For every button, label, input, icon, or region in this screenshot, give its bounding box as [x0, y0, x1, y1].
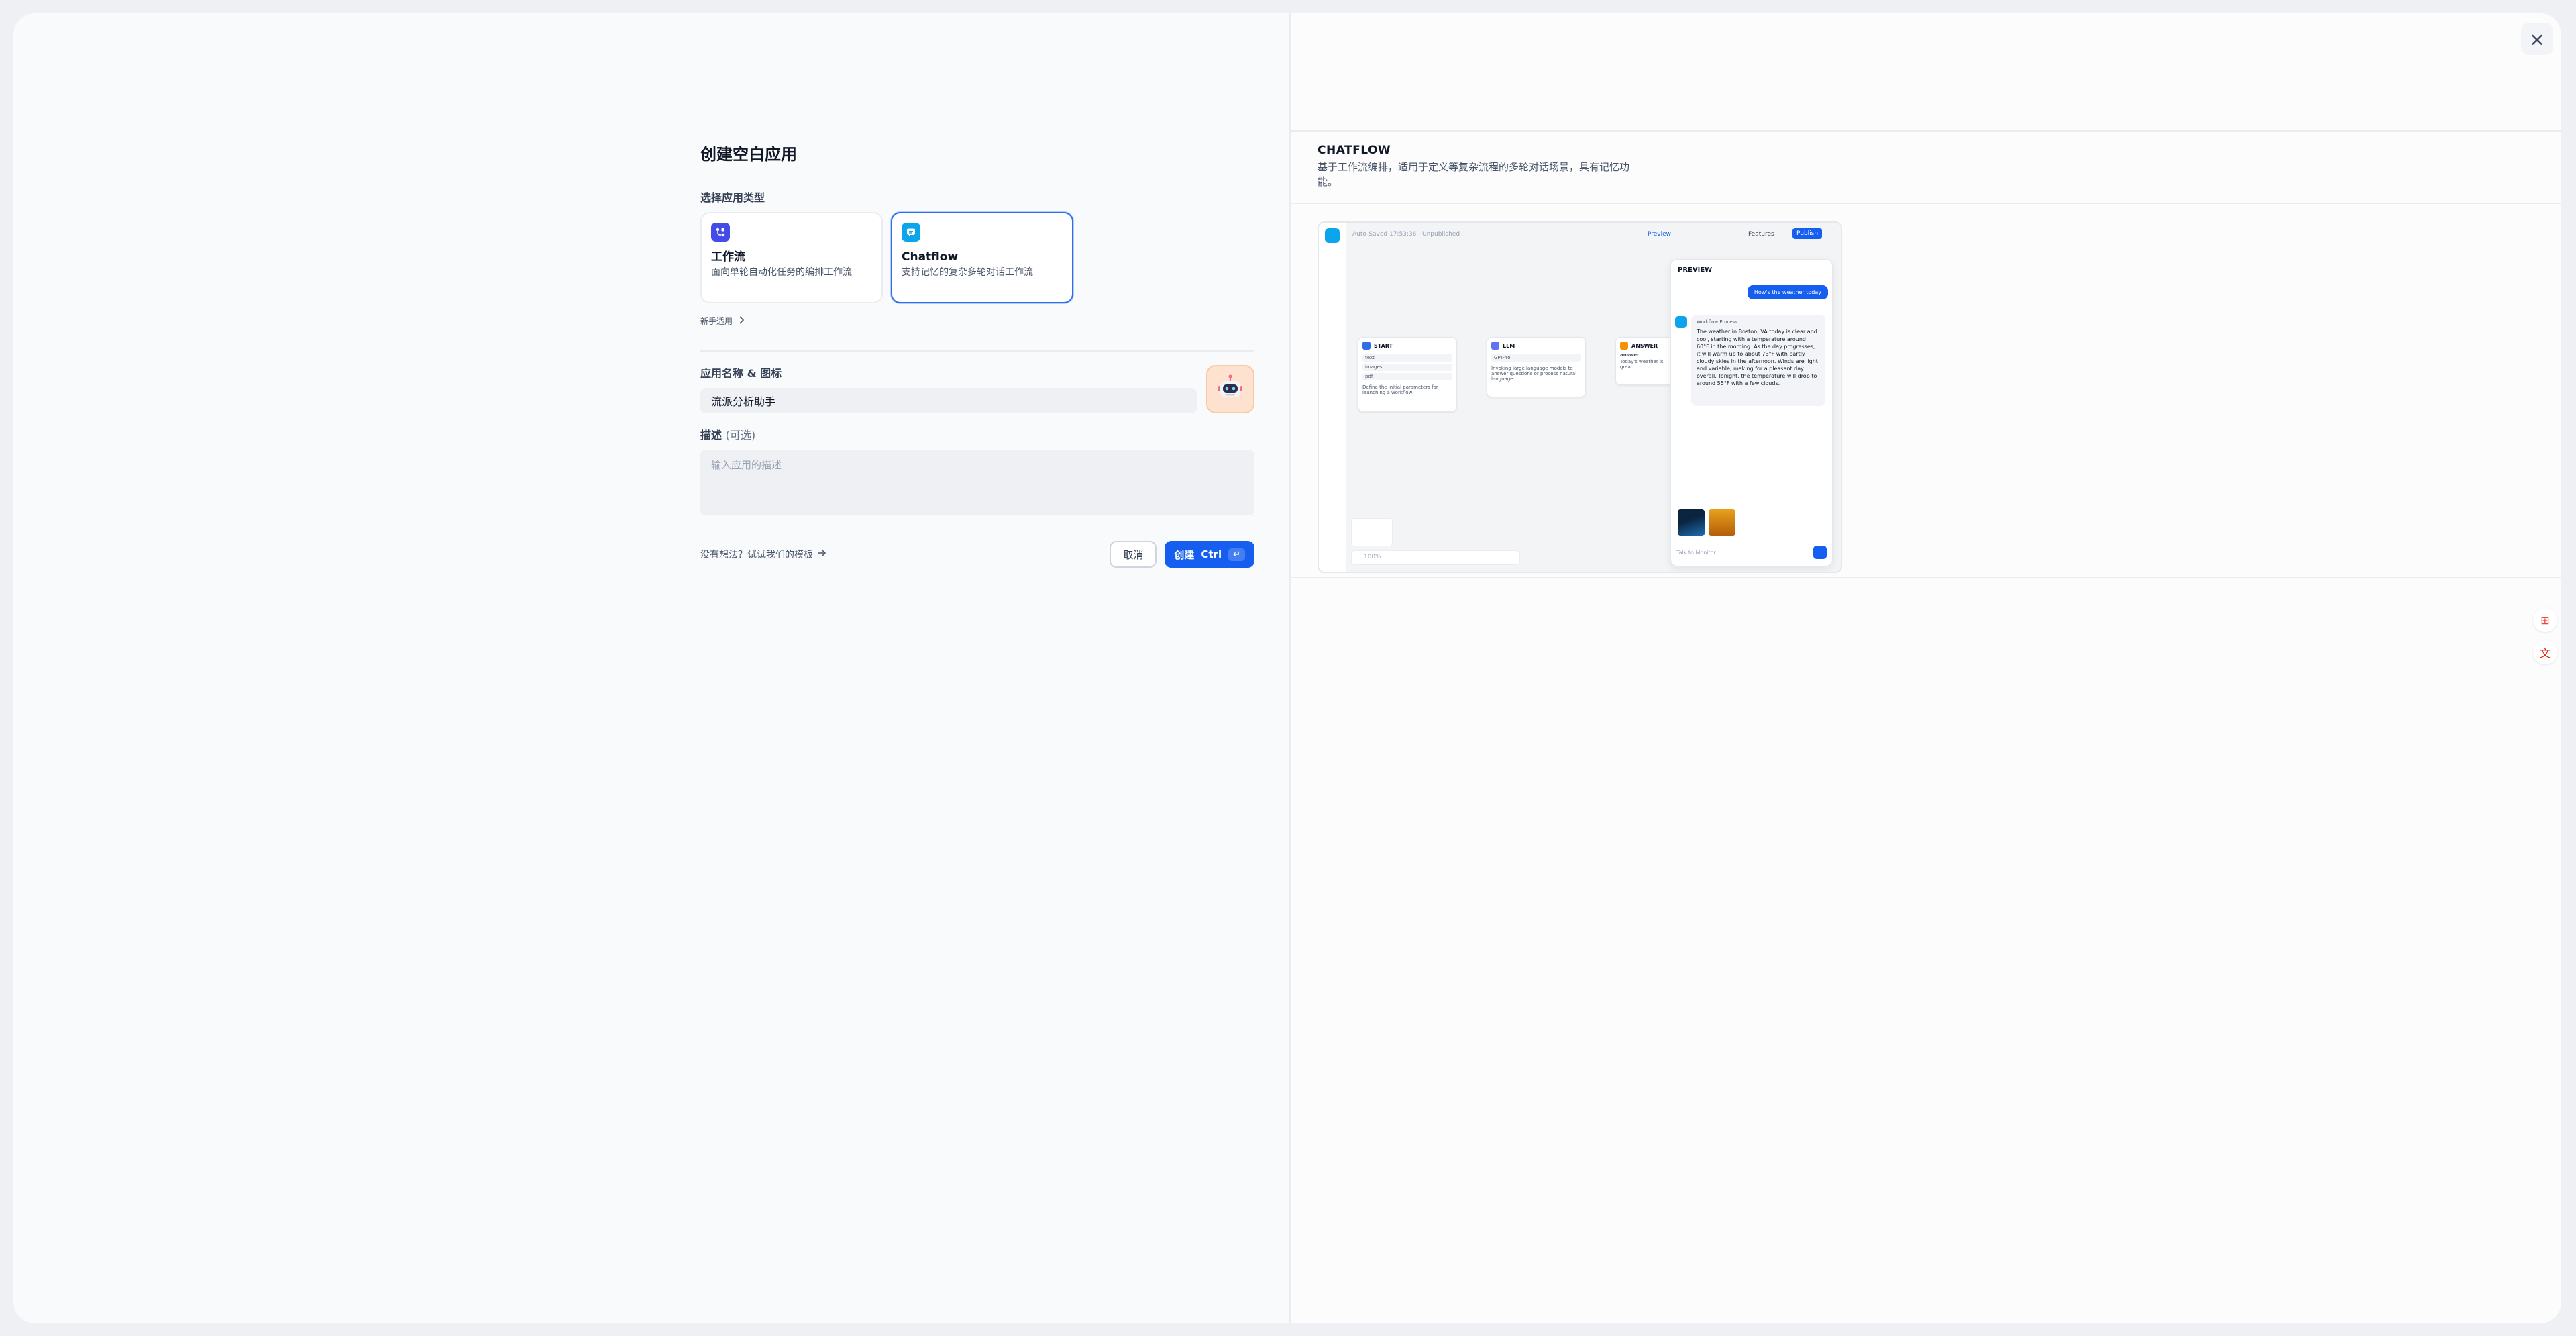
mock-node-answer: ANSWER answer Today's weather is great .…: [1615, 337, 1673, 385]
node-row: GPT-4o: [1491, 354, 1581, 362]
shortcut-key: Ctrl: [1201, 548, 1222, 560]
preview-panel: × CHATFLOW 基于工作流编排，适用于定义等复杂流程的多轮对话场景，具有记…: [1289, 13, 2561, 1323]
user-message: How's the weather today: [1747, 285, 1828, 299]
image-thumbnail: [1678, 509, 1705, 536]
floating-actions: ⊞ 文: [2533, 608, 2557, 664]
robot-icon: [1214, 372, 1246, 407]
beginner-label: 新手适用: [700, 316, 733, 326]
name-row: 应用名称 & 图标 流派分析助手: [700, 365, 1254, 413]
bot-avatar-icon: [1675, 316, 1687, 328]
name-label: 应用名称 & 图标: [700, 367, 782, 380]
node-row: text: [1362, 354, 1452, 362]
mock-chat-panel: PREVIEW How's the weather today Workflow…: [1670, 259, 1833, 566]
translate-float-button[interactable]: 文: [2533, 640, 2557, 664]
answer-node-icon: [1620, 342, 1628, 350]
cancel-button[interactable]: 取消: [1110, 541, 1157, 568]
type-desc: 面向单轮自动化任务的编排工作流: [711, 267, 852, 278]
app-type-list: 工作流 面向单轮自动化任务的编排工作流 Chatflow 支持记忆的复杂多轮对话…: [700, 212, 1254, 303]
mock-publish-button: Publish: [1792, 228, 1823, 239]
desc-placeholder: 输入应用的描述: [711, 459, 782, 471]
chevron-right-icon: [738, 315, 745, 326]
preview-desc: 基于工作流编排，适用于定义等复杂流程的多轮对话场景，具有记忆功能。: [1318, 161, 1630, 188]
close-icon: ×: [2529, 28, 2545, 50]
start-node-icon: [1362, 342, 1371, 350]
chat-panel-title: PREVIEW: [1678, 266, 1713, 274]
send-icon: [1813, 546, 1827, 559]
arrow-right-icon: [817, 549, 826, 560]
bot-message-box: Workflow Process The weather in Boston, …: [1691, 315, 1825, 406]
chatflow-icon: [902, 223, 920, 242]
mock-sidebar: [1319, 223, 1346, 572]
divider: [1291, 130, 2561, 132]
app-description-input[interactable]: 输入应用的描述: [700, 450, 1254, 515]
mock-preview-button: Preview: [1648, 231, 1672, 238]
node-title: START: [1374, 342, 1393, 349]
divider: [1291, 577, 2561, 578]
type-card-chatflow[interactable]: Chatflow 支持记忆的复杂多轮对话工作流: [891, 212, 1073, 303]
name-col: 应用名称 & 图标 流派分析助手: [700, 366, 1197, 413]
mock-minimap: [1351, 518, 1393, 546]
enter-icon: ↵: [1228, 548, 1245, 561]
llm-node-icon: [1491, 342, 1499, 350]
mock-topbar: Auto-Saved 17:53:36 · Unpublished Previe…: [1346, 223, 1841, 246]
preview-title: CHATFLOW: [1318, 144, 1391, 157]
apps-float-button[interactable]: ⊞: [2533, 608, 2557, 632]
mock-toolbar: 100%: [1351, 550, 1520, 565]
image-thumbnail: [1709, 509, 1735, 536]
type-name: 工作流: [711, 250, 745, 264]
beginner-toggle[interactable]: 新手适用: [700, 315, 1254, 326]
create-button[interactable]: 创建 Ctrl ↵: [1165, 541, 1254, 568]
preview-image: Auto-Saved 17:53:36 · Unpublished Previe…: [1318, 221, 1842, 573]
node-title: ANSWER: [1631, 342, 1658, 349]
divider: [700, 350, 1254, 352]
divider: [1291, 203, 2561, 204]
node-note: Invoking large language models to answer…: [1491, 366, 1577, 382]
translate-icon: 文: [2539, 647, 2551, 660]
app-type-label: 选择应用类型: [700, 191, 765, 204]
node-title: LLM: [1503, 342, 1515, 349]
create-app-modal: 创建空白应用 选择应用类型 工作流 面向单轮自动化任务的编排工作流 Chatfl…: [13, 13, 2561, 1323]
template-link[interactable]: 没有想法？试试我们的模板: [700, 548, 826, 561]
mock-node-llm: LLM GPT-4o Invoking large language model…: [1487, 337, 1586, 397]
app-icon-picker[interactable]: [1206, 365, 1254, 413]
mock-chat-input: Talk to Monitor: [1676, 544, 1827, 560]
app-name-input[interactable]: 流派分析助手: [700, 388, 1197, 413]
form-panel: 创建空白应用 选择应用类型 工作流 面向单轮自动化任务的编排工作流 Chatfl…: [13, 13, 1289, 1323]
create-label: 创建: [1174, 548, 1195, 561]
grid-icon: ⊞: [2540, 613, 2550, 627]
desc-optional: (可选): [725, 429, 756, 442]
chat-input-placeholder: Talk to Monitor: [1676, 549, 1716, 556]
form-footer: 没有想法？试试我们的模板 取消 创建 Ctrl ↵: [700, 541, 1254, 568]
template-link-label: 没有想法？试试我们的模板: [700, 550, 813, 560]
workflow-icon: [711, 223, 730, 242]
create-form: 创建空白应用 选择应用类型 工作流 面向单轮自动化任务的编排工作流 Chatfl…: [700, 144, 1254, 568]
mock-node-start: START text images pdf Define the initial…: [1358, 337, 1457, 412]
type-name: Chatflow: [902, 250, 959, 264]
mock-features-button: Features: [1748, 231, 1774, 238]
desc-label-row: 描述 (可选): [700, 428, 1254, 443]
node-note: Today's weather is great ...: [1620, 359, 1664, 370]
page-title: 创建空白应用: [700, 145, 797, 164]
mock-autosave: Auto-Saved 17:53:36 · Unpublished: [1352, 231, 1460, 238]
footer-buttons: 取消 创建 Ctrl ↵: [1110, 541, 1254, 568]
node-row: pdf: [1362, 373, 1452, 380]
type-desc: 支持记忆的复杂多轮对话工作流: [902, 267, 1033, 278]
zoom-level: 100%: [1364, 554, 1381, 560]
desc-label: 描述: [700, 429, 722, 442]
type-card-workflow[interactable]: 工作流 面向单轮自动化任务的编排工作流: [700, 212, 883, 303]
mock-logo-icon: [1325, 228, 1340, 243]
close-button[interactable]: ×: [2521, 23, 2553, 55]
node-note: Define the initial parameters for launch…: [1362, 384, 1438, 395]
bot-message: The weather in Boston, VA today is clear…: [1697, 329, 1818, 387]
node-row: answer: [1620, 352, 1640, 358]
process-label: Workflow Process: [1697, 319, 1737, 325]
node-row: images: [1362, 364, 1452, 371]
